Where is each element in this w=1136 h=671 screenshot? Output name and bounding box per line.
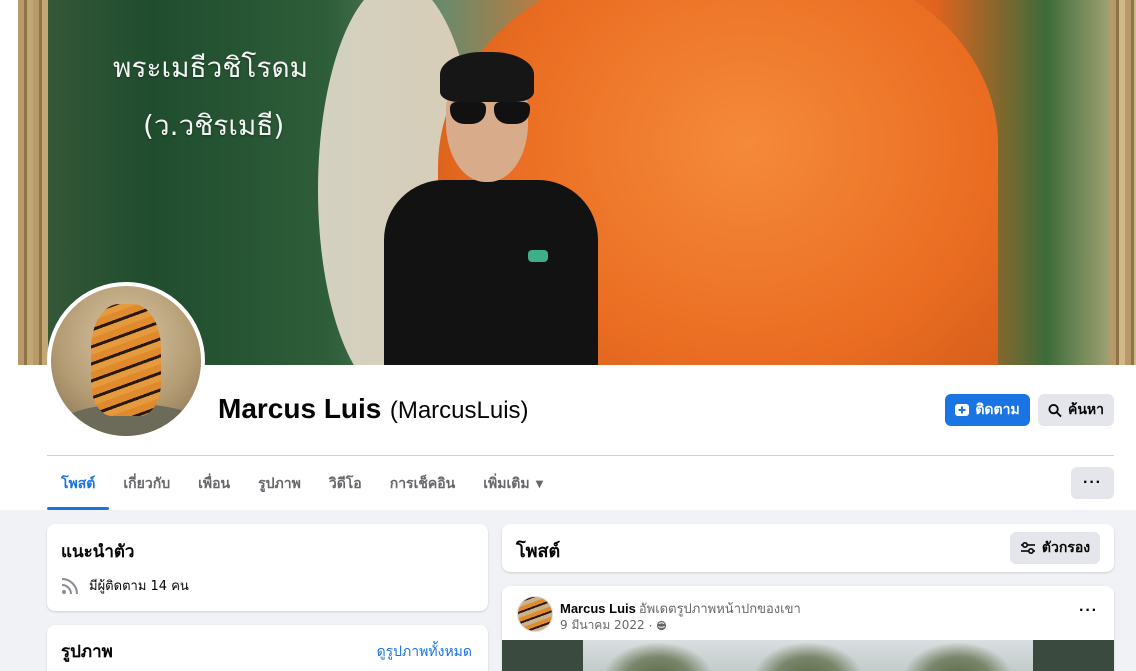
profile-name: Marcus Luis [218, 393, 382, 424]
post-action-text: อัพเดตรูปภาพหน้าปกของเขา [638, 602, 801, 617]
tab-checkins-label: การเช็คอิน [389, 476, 456, 492]
post-card: Marcus Luis อัพเดตรูปภาพหน้าปกของเขา 9 มี… [502, 586, 1114, 671]
followers-row: มีผู้ติดตาม 14 คน [61, 575, 189, 596]
post-author-name[interactable]: Marcus Luis [560, 601, 636, 616]
post-photo-tree-left [603, 642, 713, 671]
tab-more-label: เพิ่มเติม [483, 476, 530, 492]
tab-friends-label: เพื่อน [198, 476, 231, 492]
tab-videos[interactable]: วิดีโอ [315, 458, 376, 510]
post-photo-image [583, 640, 1033, 671]
caret-down-icon: ▼ [535, 478, 544, 490]
tab-videos-label: วิดีโอ [328, 476, 362, 492]
photos-card: รูปภาพ ดูรูปภาพทั้งหมด [47, 625, 488, 671]
filter-sliders-icon [1020, 541, 1035, 555]
rss-feed-icon [61, 577, 78, 594]
follow-icon [955, 404, 970, 416]
globe-icon [657, 620, 667, 631]
avatar-tiger [91, 304, 161, 416]
profile-header: พระเมธีวชิโรดม (ว.วชิรเมธี) Marcus Luis … [0, 0, 1136, 510]
post-photo-tree-middle [753, 642, 863, 671]
tab-friends[interactable]: เพื่อน [184, 458, 244, 510]
search-icon [1048, 403, 1062, 417]
post-photo[interactable] [502, 640, 1114, 671]
post-meta-separator: · [648, 618, 653, 633]
post-author-avatar[interactable] [517, 596, 553, 632]
search-label: ค้นหา [1067, 402, 1104, 418]
profile-tabs: โพสต์ เกี่ยวกับ เพื่อน รูปภาพ วิดีโอ การ… [47, 458, 557, 510]
profile-avatar[interactable] [47, 282, 205, 440]
followers-count: มีผู้ติดตาม 14 คน [89, 579, 189, 594]
filter-button[interactable]: ตัวกรอง [1010, 532, 1100, 564]
tab-posts[interactable]: โพสต์ [47, 458, 110, 510]
see-all-photos-link[interactable]: ดูรูปภาพทั้งหมด [377, 641, 472, 663]
filter-label: ตัวกรอง [1041, 540, 1091, 556]
cover-caption-line1: พระเมธีวชิโรดม [113, 51, 309, 84]
intro-title: แนะนำตัว [61, 542, 135, 562]
tab-posts-label: โพสต์ [61, 476, 96, 492]
cover-bamboo-left [18, 0, 48, 365]
profile-name-row: Marcus Luis (MarcusLuis) [218, 393, 529, 425]
cover-man-hair [440, 52, 534, 102]
header-divider [47, 455, 1114, 456]
post-options-button[interactable]: ··· [1079, 602, 1098, 620]
follow-label: ติดตาม [975, 402, 1020, 418]
cover-bamboo-right [1110, 0, 1136, 365]
post-photo-tree-right [903, 642, 1013, 671]
tab-checkins[interactable]: การเช็คอิน [376, 458, 470, 510]
post-meta: 9 มีนาคม 2022 · [560, 616, 667, 635]
cover-caption-line2: (ว.วชิรเมธี) [143, 109, 285, 142]
posts-header-card: โพสต์ ตัวกรอง [502, 524, 1114, 572]
intro-card: แนะนำตัว มีผู้ติดตาม 14 คน [47, 524, 488, 611]
tab-about-label: เกี่ยวกับ [123, 476, 171, 492]
follow-button[interactable]: ติดตาม [945, 394, 1030, 426]
posts-title: โพสต์ [516, 541, 561, 562]
post-date[interactable]: 9 มีนาคม 2022 [560, 616, 645, 635]
cover-shirt-logo [528, 250, 548, 262]
cover-man-shirt [384, 180, 598, 365]
photos-title: รูปภาพ [61, 642, 113, 662]
tab-more[interactable]: เพิ่มเติม ▼ [469, 458, 557, 510]
profile-username: (MarcusLuis) [389, 397, 529, 424]
tab-photos-label: รูปภาพ [258, 476, 301, 492]
more-options-button[interactable]: ··· [1071, 467, 1114, 499]
cover-sunglasses [450, 102, 530, 124]
tab-photos[interactable]: รูปภาพ [244, 458, 315, 510]
tab-about[interactable]: เกี่ยวกับ [109, 458, 184, 510]
search-button[interactable]: ค้นหา [1038, 394, 1114, 426]
